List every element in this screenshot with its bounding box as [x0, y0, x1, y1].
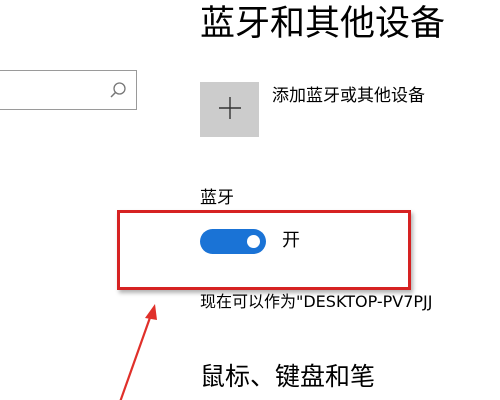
highlight-box [117, 210, 411, 290]
add-device-label[interactable]: 添加蓝牙或其他设备 [272, 84, 425, 108]
section-title-mouse-keyboard-pen: 鼠标、键盘和笔 [200, 362, 376, 391]
page-title: 蓝牙和其他设备 [200, 4, 446, 44]
discoverable-text: 现在可以作为"DESKTOP-PV7PJJ [200, 292, 433, 311]
search-icon[interactable] [107, 80, 129, 102]
bluetooth-label: 蓝牙 [200, 188, 234, 208]
search-input[interactable] [0, 70, 137, 110]
plus-icon [217, 95, 243, 125]
add-device-button[interactable] [200, 82, 259, 137]
annotation-arrow-icon [119, 304, 157, 400]
